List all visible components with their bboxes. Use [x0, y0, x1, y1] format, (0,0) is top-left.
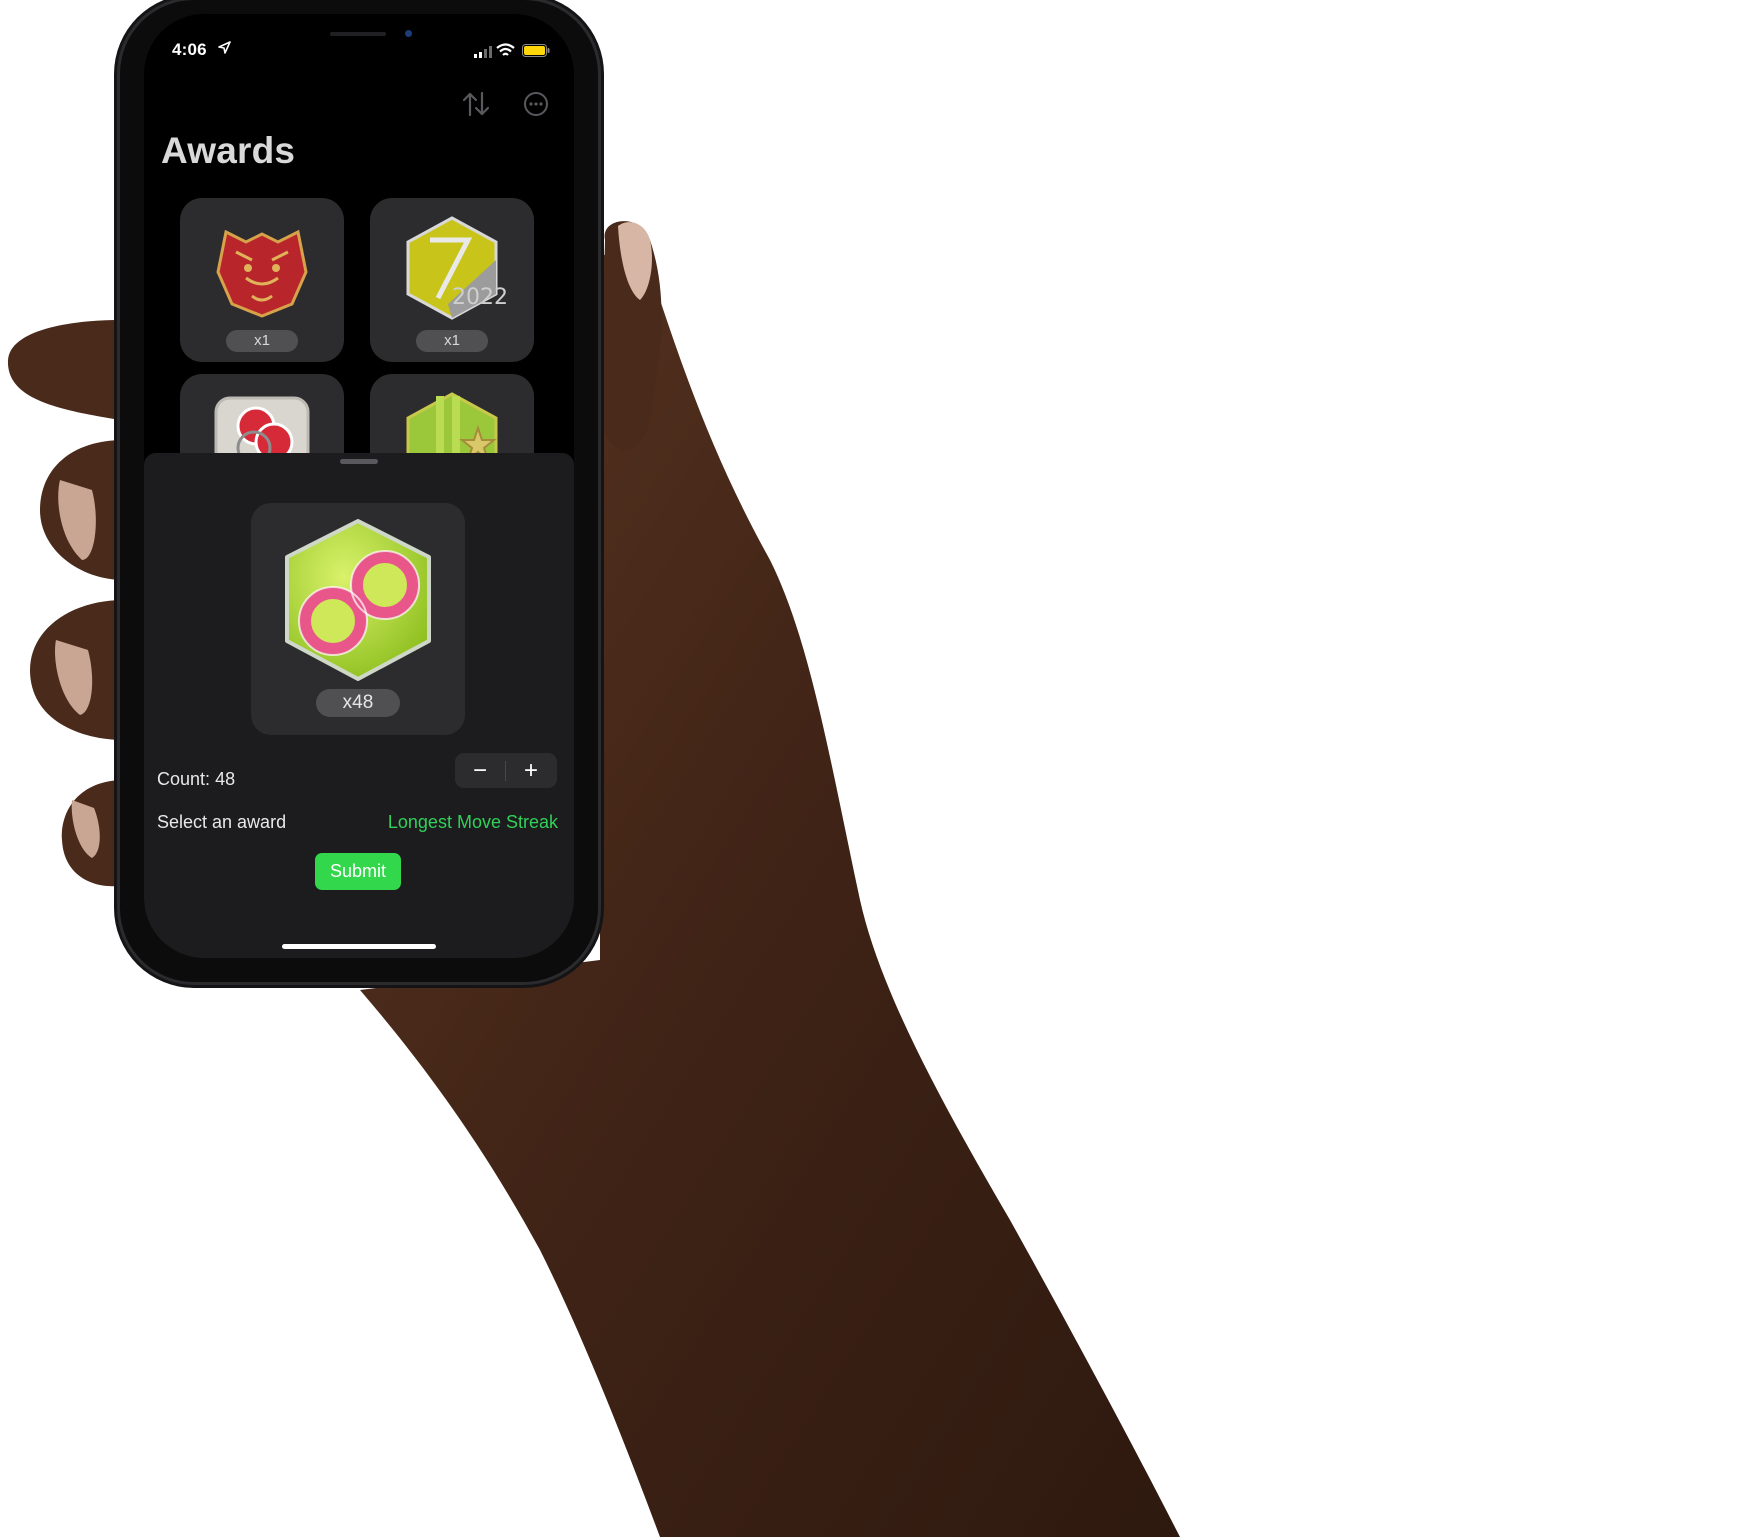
- count-value: 48: [215, 769, 236, 789]
- tiger-award-icon: [216, 229, 308, 318]
- notch-speaker: [330, 32, 386, 36]
- award-count-pill: x1: [226, 330, 298, 352]
- submit-button[interactable]: Submit: [315, 853, 401, 890]
- cellular-signal-icon: [474, 46, 492, 58]
- select-award-label: Select an award: [157, 812, 287, 832]
- sheet-grabber[interactable]: [340, 459, 378, 464]
- increment-button[interactable]: +: [506, 753, 556, 788]
- status-bar: 4:06: [144, 14, 574, 84]
- count-label: Count:: [157, 769, 211, 789]
- count-stepper[interactable]: − +: [455, 753, 557, 788]
- decrement-button[interactable]: −: [455, 753, 505, 788]
- infinity-move-streak-award-icon: [285, 519, 431, 681]
- status-time: 4:06: [172, 40, 207, 59]
- count-row: Count: 48: [157, 769, 235, 790]
- ellipsis-circle-icon: [524, 92, 548, 116]
- award-preview-card: x48: [251, 503, 465, 735]
- award-picker[interactable]: Longest Move Streak: [388, 812, 558, 833]
- award-card-2022[interactable]: 2022 x1: [370, 198, 534, 362]
- sort-arrows-icon: [462, 91, 490, 117]
- award-preview-count: x48: [316, 689, 400, 717]
- battery-icon: [522, 44, 550, 57]
- award-editor-sheet: x48 Count: 48 − + Select an award Longes…: [144, 453, 574, 958]
- award-count-pill: x1: [416, 330, 488, 352]
- wifi-icon: [496, 43, 515, 56]
- svg-text:2022: 2022: [452, 285, 508, 310]
- award-card-tiger[interactable]: x1: [180, 198, 344, 362]
- home-indicator[interactable]: [282, 944, 436, 949]
- year-2022-award-icon: 2022: [406, 216, 508, 320]
- front-camera: [405, 30, 412, 37]
- phone-screen: 4:06 Awards x1 2022 x1 x48 Count: 48 − +…: [144, 14, 574, 958]
- more-options-button[interactable]: [516, 84, 556, 124]
- location-arrow-icon: [218, 41, 231, 54]
- page-title: Awards: [161, 130, 296, 171]
- sort-button[interactable]: [456, 84, 496, 124]
